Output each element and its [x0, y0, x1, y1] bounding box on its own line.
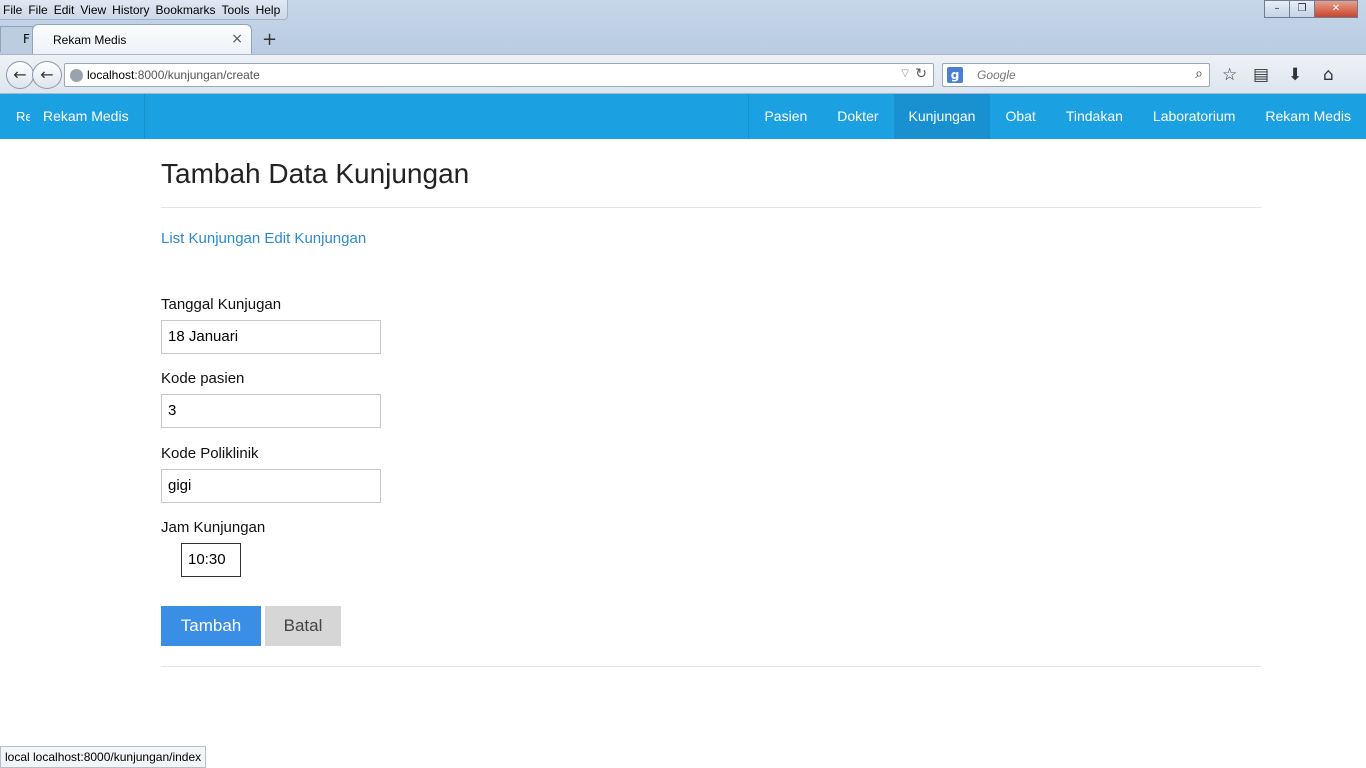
edit-kunjungan-link[interactable]: Edit Kunjungan	[264, 230, 366, 247]
nav-item-obat[interactable]: Obat	[990, 94, 1050, 139]
new-tab-button[interactable]: +	[262, 29, 277, 50]
downloads-icon[interactable]: ⬇	[1288, 65, 1302, 85]
page-title: Tambah Data Kunjungan	[161, 158, 470, 189]
kode-poliklinik-label: Kode Poliklinik	[161, 445, 259, 462]
divider-top	[161, 207, 1261, 208]
search-placeholder: Google	[977, 68, 1016, 82]
kode-pasien-input[interactable]: 3	[161, 394, 381, 428]
kode-pasien-label: Kode pasien	[161, 370, 245, 387]
bookmarks-list-icon[interactable]: ▤	[1253, 65, 1269, 85]
url-dropdown-icon[interactable]: ▽	[901, 68, 909, 79]
menu-help[interactable]: Help	[253, 3, 284, 17]
url-bar[interactable]: localhost:8000/kunjungan/create ▽ ↻	[64, 63, 934, 87]
menu-edit[interactable]: Edit	[51, 3, 78, 17]
url-path: :8000/kunjungan/create	[134, 68, 260, 82]
reload-icon[interactable]: ↻	[915, 66, 927, 82]
maximize-button[interactable]: ❐	[1289, 0, 1315, 18]
nav-item-dokter[interactable]: Dokter	[822, 94, 893, 139]
forward-button[interactable]: ←	[32, 61, 62, 89]
window-controls: – ❐ ✕	[1264, 0, 1358, 18]
page-links: List Kunjungan Edit Kunjungan	[161, 230, 366, 247]
tambah-button[interactable]: Tambah	[161, 606, 261, 646]
tab-title: Rekam Medis	[53, 33, 127, 47]
tanggal-label: Tanggal Kunjugan	[161, 296, 282, 313]
nav-item-laboratorium[interactable]: Laboratorium	[1138, 94, 1251, 139]
nav-item-rekam-medis[interactable]: Rekam Medis	[1250, 94, 1366, 139]
nav-item-kunjungan[interactable]: Kunjungan	[893, 94, 991, 139]
divider-bottom	[161, 666, 1261, 667]
search-icon[interactable]: ⌕	[1195, 66, 1203, 82]
minimize-button[interactable]: –	[1264, 0, 1290, 18]
browser-toolbar: ← ← localhost:8000/kunjungan/create ▽ ↻ …	[0, 54, 1366, 94]
bookmark-star-icon[interactable]: ☆	[1222, 65, 1237, 85]
forward-arrow-icon: ←	[40, 65, 54, 84]
menu-file[interactable]: File	[25, 3, 50, 17]
jam-kunjungan-label: Jam Kunjungan	[161, 519, 266, 536]
browser-titlebar: File File Edit View History Bookmarks To…	[0, 0, 1366, 54]
back-button[interactable]: ←	[6, 61, 34, 89]
app-navbar: Re Rekam Medis Pasien Dokter Kunjungan O…	[0, 94, 1366, 139]
menu-history[interactable]: History	[109, 3, 152, 17]
google-icon[interactable]: g	[947, 67, 963, 83]
status-bar: local localhost:8000/kunjungan/index	[0, 746, 207, 768]
menu-bookmarks[interactable]: Bookmarks	[153, 3, 219, 17]
list-kunjungan-link[interactable]: List Kunjungan	[161, 230, 260, 247]
home-icon[interactable]: ⌂	[1323, 65, 1334, 85]
menu-tools[interactable]: Tools	[219, 3, 253, 17]
search-bar[interactable]: g Google ⌕	[942, 63, 1210, 87]
batal-button[interactable]: Batal	[265, 606, 341, 646]
nav-menu: Pasien Dokter Kunjungan Obat Tindakan La…	[748, 94, 1366, 139]
tab-active[interactable]: Rekam Medis ×	[32, 24, 252, 54]
nav-item-pasien[interactable]: Pasien	[749, 94, 822, 139]
url-host: localhost	[87, 68, 135, 82]
tanggal-input[interactable]: 18 Januari	[161, 320, 381, 354]
kode-poliklinik-input[interactable]: gigi	[161, 469, 381, 503]
nav-item-tindakan[interactable]: Tindakan	[1051, 94, 1138, 139]
tab-close-icon[interactable]: ×	[231, 31, 243, 47]
jam-kunjungan-input[interactable]: 10:30	[181, 543, 241, 577]
close-window-button[interactable]: ✕	[1314, 0, 1358, 18]
url-text: localhost:8000/kunjungan/create	[87, 68, 260, 82]
menu-bar: File File Edit View History Bookmarks To…	[0, 0, 289, 20]
globe-icon	[70, 69, 83, 82]
menu-file-cut[interactable]: File	[0, 3, 25, 17]
back-arrow-icon: ←	[13, 65, 27, 84]
menu-view[interactable]: View	[77, 3, 109, 17]
brand-link[interactable]: Rekam Medis	[28, 94, 145, 139]
